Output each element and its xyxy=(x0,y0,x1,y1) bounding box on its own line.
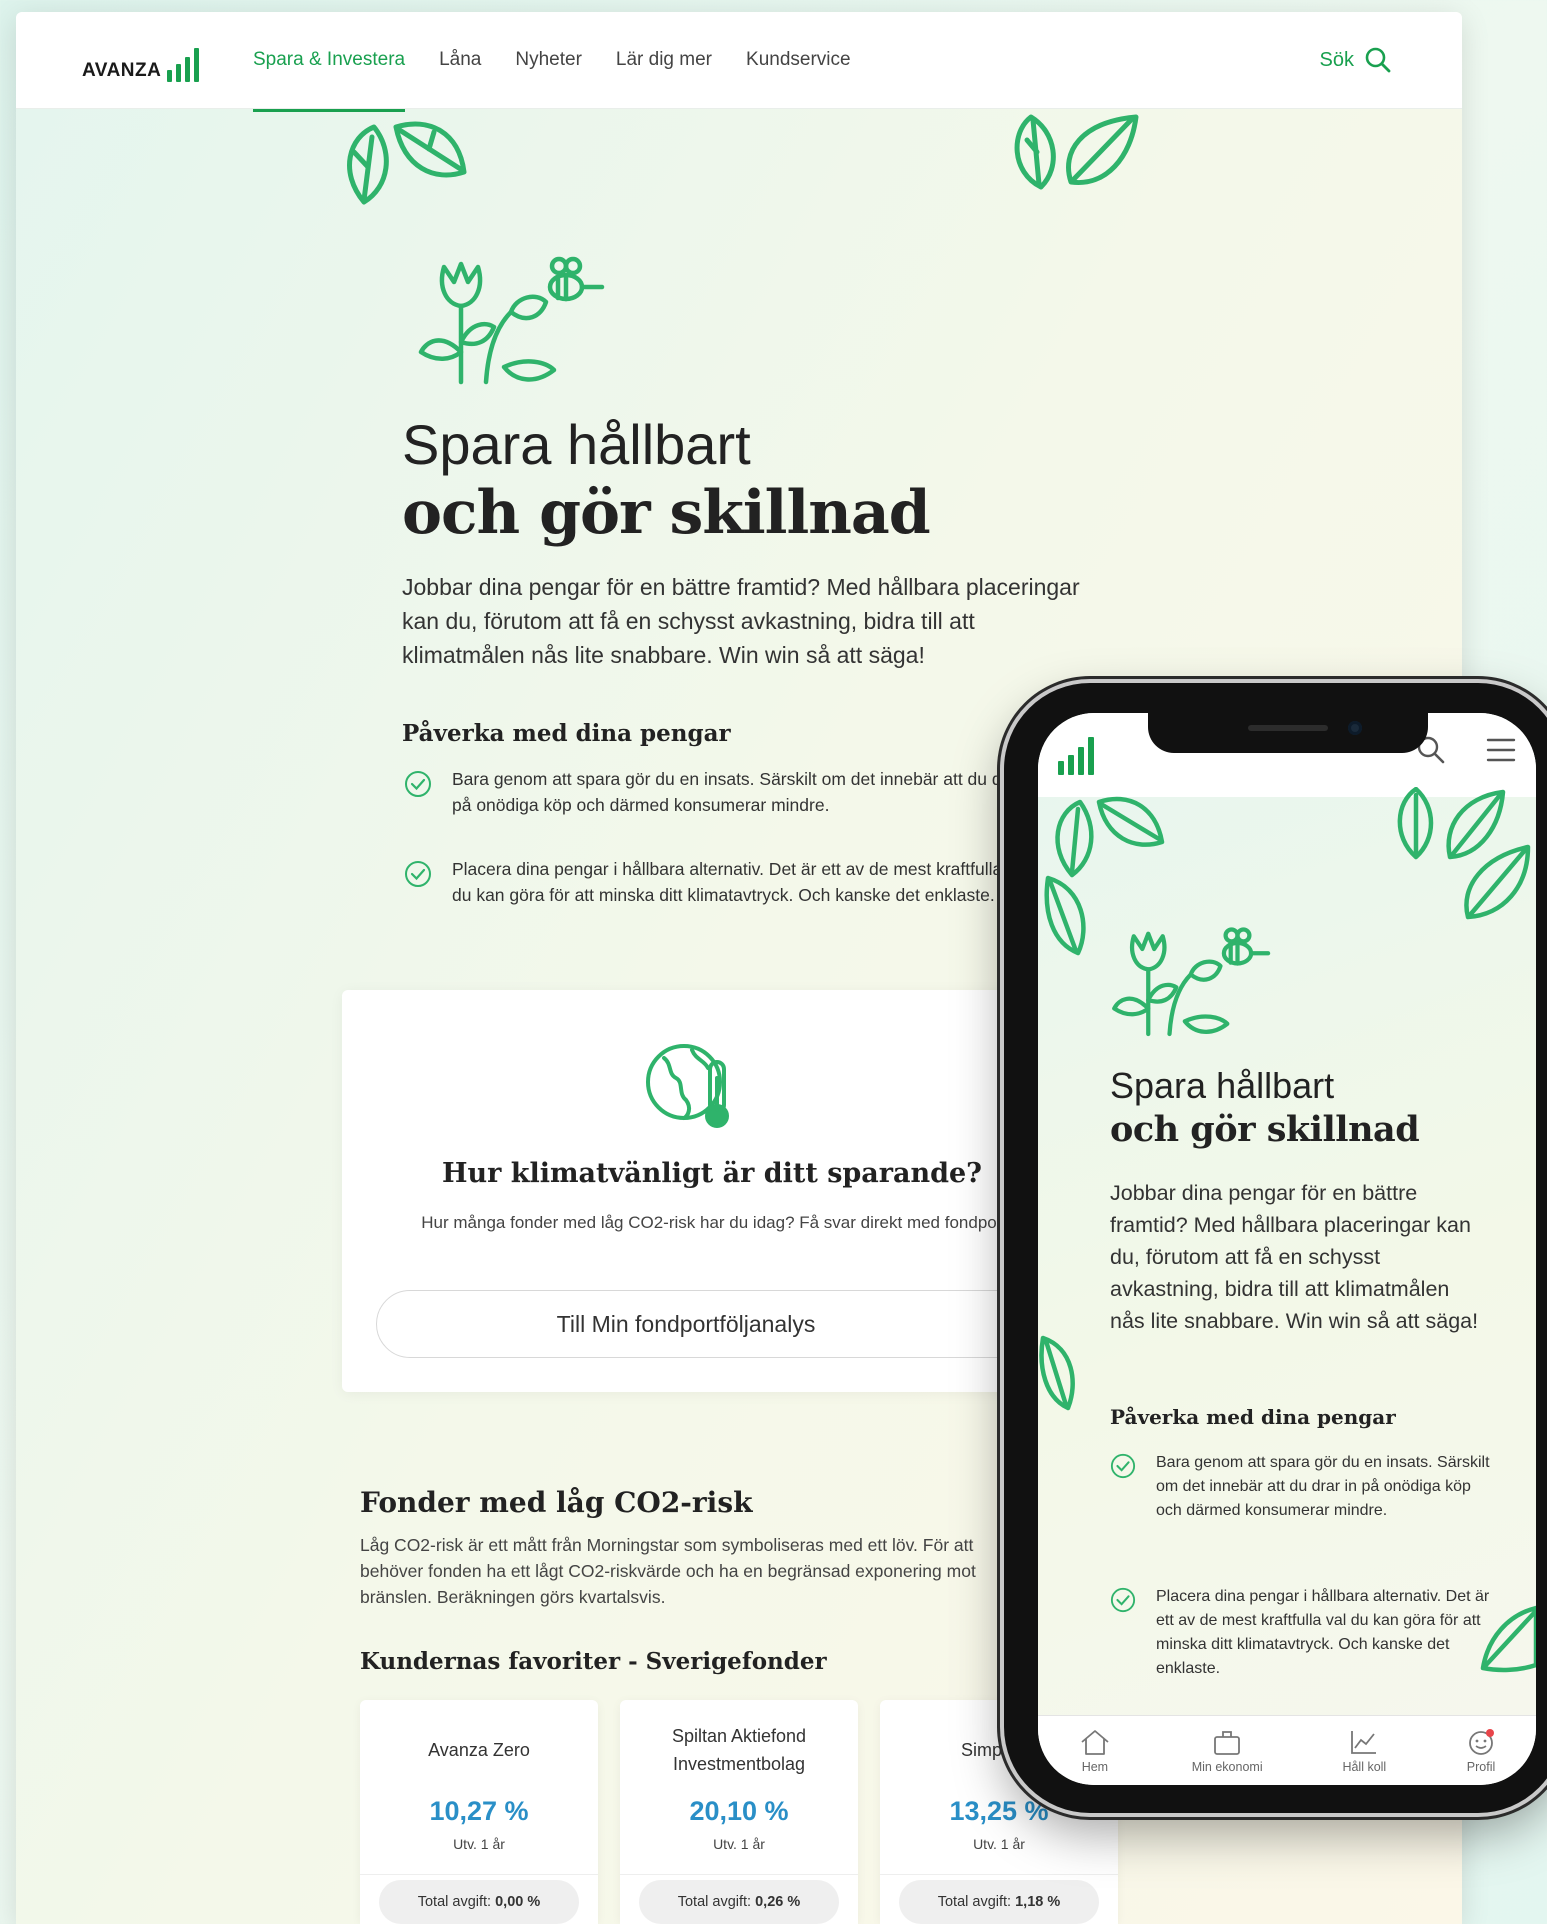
globe-thermometer-icon xyxy=(646,1044,729,1128)
leaf-decoration-icon xyxy=(1055,796,1165,878)
tab-hall-koll[interactable]: Håll koll xyxy=(1342,1728,1386,1774)
fund-return: 20,10 % xyxy=(689,1796,789,1826)
hero-intro: Jobbar dina pengar för en bättre framtid… xyxy=(1110,1181,1479,1333)
tab-hem[interactable]: Hem xyxy=(1078,1728,1112,1774)
hero-title-line1: Spara hållbart xyxy=(1110,1065,1335,1106)
briefcase-icon xyxy=(1214,1730,1241,1755)
search-button[interactable]: Sök xyxy=(1320,46,1392,74)
impact-bullet-text: Placera dina pengar i hållbara alternati… xyxy=(1156,1588,1490,1677)
check-circle-icon xyxy=(1110,1453,1136,1479)
search-label: Sök xyxy=(1319,48,1354,71)
logo-text: AVANZA xyxy=(82,60,162,81)
tab-profil[interactable]: Profil xyxy=(1466,1728,1496,1774)
nav-nyheter[interactable]: Nyheter xyxy=(515,49,582,71)
impact-bullet: Bara genom att spara gör du en insats. S… xyxy=(1110,1451,1490,1523)
fund-period: Utv. 1 år xyxy=(453,1836,505,1852)
check-circle-icon xyxy=(1110,1587,1136,1613)
impact-bullet-text: Placera dina pengar i hållbara alternati… xyxy=(452,859,1030,905)
leaf-decoration-icon xyxy=(1039,1335,1075,1411)
fee-value: 0,00 % xyxy=(495,1894,541,1910)
impact-bullet-text: Bara genom att spara gör du en insats. S… xyxy=(452,769,1042,815)
low-co2-title: Fonder med låg CO2-risk xyxy=(360,1486,753,1519)
fund-analysis-button[interactable]: Till Min fondportföljanalys xyxy=(376,1290,1096,1358)
hero-title-line2: och gör skillnad xyxy=(402,478,931,548)
camera xyxy=(1348,721,1362,735)
impact-bullet-text: Bara genom att spara gör du en insats. S… xyxy=(1156,1454,1490,1519)
hamburger-menu-icon[interactable] xyxy=(1486,737,1516,763)
climate-card: Hur klimatvänligt är ditt sparande? Hur … xyxy=(342,990,1096,1392)
home-icon xyxy=(1081,1729,1109,1755)
leaf-decoration-icon xyxy=(347,121,467,205)
tab-label: Profil xyxy=(1466,1759,1496,1774)
nav-lar-dig-mer[interactable]: Lär dig mer xyxy=(616,49,712,71)
nav-lana[interactable]: Låna xyxy=(439,49,481,71)
flowers-bee-illustration xyxy=(418,256,605,385)
main-nav: Spara & Investera Låna Nyheter Lär dig m… xyxy=(253,49,851,112)
impact-bullet: Placera dina pengar i hållbara alternati… xyxy=(404,856,1044,908)
fee-label: Total avgift: xyxy=(417,1894,492,1910)
speaker xyxy=(1248,725,1328,731)
fund-period: Utv. 1 år xyxy=(713,1836,765,1852)
tab-min-ekonomi[interactable]: Min ekonomi xyxy=(1192,1728,1263,1774)
site-header: AVANZA Spara & Investera Låna Nyheter Lä… xyxy=(16,12,1462,112)
check-circle-icon xyxy=(405,861,431,887)
fund-fee-badge: Total avgift: 1,18 % xyxy=(899,1880,1099,1924)
hero-title-line1: Spara hållbart xyxy=(402,413,751,476)
tab-label: Hem xyxy=(1081,1759,1109,1774)
logo-bars-icon xyxy=(167,48,200,82)
tab-label: Håll koll xyxy=(1342,1759,1387,1774)
impact-bullet: Placera dina pengar i hållbara alternati… xyxy=(1110,1585,1490,1681)
profile-icon xyxy=(1469,1728,1495,1755)
avanza-logo[interactable]: AVANZA xyxy=(82,48,200,82)
nav-kundservice[interactable]: Kundservice xyxy=(746,49,851,71)
leaf-decoration-icon xyxy=(1044,875,1086,956)
favorites-title: Kundernas favoriter - Sverigefonder xyxy=(360,1648,827,1675)
tab-label: Min ekonomi xyxy=(1191,1759,1263,1774)
chart-icon xyxy=(1351,1730,1377,1754)
climate-card-title: Hur klimatvänligt är ditt sparande? xyxy=(442,1158,982,1189)
fund-period: Utv. 1 år xyxy=(973,1836,1025,1852)
phone-notch xyxy=(1148,713,1428,753)
hero-title-line2: och gör skillnad xyxy=(1110,1109,1420,1150)
leaf-decoration-icon xyxy=(1014,114,1139,190)
impact-title: Påverka med dina pengar xyxy=(1110,1405,1396,1429)
impact-title: Påverka med dina pengar xyxy=(402,720,731,747)
phone-mockup: Spara hållbart och gör skillnad Jobbar d… xyxy=(1004,683,1547,1813)
bottom-tab-bar: Hem Min ekonomi Håll koll Profil xyxy=(1038,1715,1536,1785)
fund-return: 10,27 % xyxy=(429,1796,529,1826)
leaf-decoration-icon xyxy=(1397,787,1531,920)
phone-screen: Spara hållbart och gör skillnad Jobbar d… xyxy=(1038,713,1536,1785)
low-co2-text: Låg CO2-risk är ett mått från Morningsta… xyxy=(360,1535,976,1607)
fee-value: 0,26 % xyxy=(755,1894,801,1910)
fund-name: Spiltan Aktiefond Investmentbolag xyxy=(671,1726,807,1774)
climate-card-text: Hur många fonder med låg CO2-risk har du… xyxy=(421,1213,1083,1232)
fund-fee-badge: Total avgift: 0,26 % xyxy=(639,1880,839,1924)
impact-bullet: Bara genom att spara gör du en insats. S… xyxy=(404,766,1044,818)
nav-spara-investera[interactable]: Spara & Investera xyxy=(253,49,406,112)
fee-label: Total avgift: xyxy=(677,1894,752,1910)
fee-value: 1,18 % xyxy=(1015,1894,1061,1910)
fund-name: Avanza Zero xyxy=(428,1740,530,1760)
logo-bars-icon[interactable] xyxy=(1058,735,1094,775)
flowers-bee-illustration xyxy=(1112,927,1271,1037)
fee-label: Total avgift: xyxy=(937,1894,1012,1910)
hero-intro: Jobbar dina pengar för en bättre framtid… xyxy=(402,574,1080,668)
search-icon xyxy=(1365,47,1391,73)
fund-fee-badge: Total avgift: 0,00 % xyxy=(379,1880,579,1924)
check-circle-icon xyxy=(405,771,431,797)
